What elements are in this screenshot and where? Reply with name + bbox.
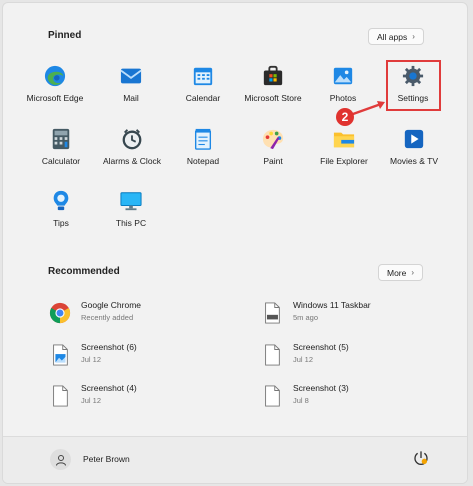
app-label: Tips (53, 218, 69, 228)
photos-icon (333, 67, 353, 85)
recommended-item[interactable]: Windows 11 Taskbar 5m ago (261, 300, 441, 330)
paint-icon (262, 129, 284, 150)
chevron-right-icon: › (411, 268, 415, 277)
recommended-item-name: Screenshot (3) (293, 383, 349, 393)
recommended-item[interactable]: Screenshot (5) Jul 12 (261, 342, 441, 372)
recommended-item-name: Screenshot (6) (81, 342, 137, 352)
app-label: Calendar (185, 93, 221, 103)
app-tips[interactable]: Tips (23, 187, 99, 237)
app-label: Microsoft Edge (26, 93, 84, 103)
recommended-item-name: Windows 11 Taskbar (293, 300, 371, 310)
more-label: More (387, 267, 407, 278)
app-calculator[interactable]: Calculator (23, 125, 99, 175)
more-button[interactable]: More › (378, 264, 424, 281)
app-label: This PC (115, 218, 147, 228)
app-label: Notepad (186, 156, 220, 166)
app-label: Mail (123, 93, 139, 103)
file-icon (265, 344, 280, 366)
app-label: Paint (263, 156, 283, 166)
app-mail[interactable]: Mail (93, 62, 169, 112)
app-paint[interactable]: Paint (235, 125, 311, 175)
app-notepad[interactable]: Notepad (165, 125, 241, 175)
recommended-item-sub: Jul 12 (81, 396, 102, 405)
store-icon (263, 65, 283, 86)
start-footer: Peter Brown (3, 436, 467, 483)
document-icon (265, 302, 280, 324)
app-this-pc[interactable]: This PC (93, 187, 169, 237)
user-name[interactable]: Peter Brown (83, 454, 130, 464)
recommended-item[interactable]: Screenshot (4) Jul 12 (49, 383, 229, 413)
app-movies-tv[interactable]: Movies & TV (376, 125, 452, 175)
app-label: Calculator (41, 156, 81, 166)
folder-icon (333, 132, 355, 148)
app-alarms-clock[interactable]: Alarms & Clock (94, 125, 170, 175)
movies-icon (404, 129, 424, 149)
app-file-explorer[interactable]: File Explorer (306, 125, 382, 175)
recommended-item[interactable]: Google Chrome Recently added (49, 300, 229, 330)
file-icon (265, 385, 280, 407)
recommended-item[interactable]: Screenshot (3) Jul 8 (261, 383, 441, 413)
power-icon[interactable] (413, 450, 429, 466)
app-microsoft-edge[interactable]: Microsoft Edge (17, 62, 93, 112)
app-label: Alarms & Clock (102, 156, 162, 166)
app-label: File Explorer (320, 156, 368, 166)
all-apps-label: All apps (377, 31, 408, 42)
recommended-item-sub: Jul 12 (81, 355, 102, 364)
step-badge: 2 (336, 108, 354, 126)
recommended-item-name: Screenshot (5) (293, 342, 349, 352)
all-apps-button[interactable]: All apps › (368, 28, 424, 45)
monitor-icon (120, 192, 142, 211)
edge-icon (44, 65, 66, 87)
recommended-item-name: Screenshot (4) (81, 383, 137, 393)
recommended-item-sub: Jul 12 (293, 355, 314, 364)
app-label: Movies & TV (389, 156, 439, 166)
app-microsoft-store[interactable]: Microsoft Store (235, 62, 311, 112)
app-calendar[interactable]: Calendar (165, 62, 241, 112)
user-icon (55, 454, 66, 466)
recommended-item-sub: Jul 8 (293, 396, 309, 405)
image-file-icon (53, 344, 68, 366)
annotation-arrow-icon (352, 101, 385, 116)
calculator-icon (52, 128, 70, 150)
calendar-icon (193, 67, 213, 86)
recommended-item[interactable]: Screenshot (6) Jul 12 (49, 342, 229, 372)
recommended-title: Recommended (48, 266, 120, 277)
clock-icon (122, 129, 142, 150)
app-label: Microsoft Store (244, 93, 302, 103)
mail-icon (120, 68, 142, 84)
settings-highlight-box (386, 60, 441, 111)
pinned-title: Pinned (48, 30, 82, 41)
recommended-item-sub: 5m ago (293, 313, 319, 322)
tips-icon (53, 190, 69, 211)
chevron-right-icon: › (412, 32, 415, 41)
file-icon (53, 385, 68, 407)
recommended-item-name: Google Chrome (81, 300, 142, 310)
notepad-icon (194, 128, 212, 150)
chrome-icon (49, 302, 71, 324)
start-menu: Pinned All apps › Microsoft Edge Mail Ca… (2, 2, 468, 484)
recommended-item-sub: Recently added (81, 313, 134, 322)
avatar[interactable] (50, 449, 71, 470)
